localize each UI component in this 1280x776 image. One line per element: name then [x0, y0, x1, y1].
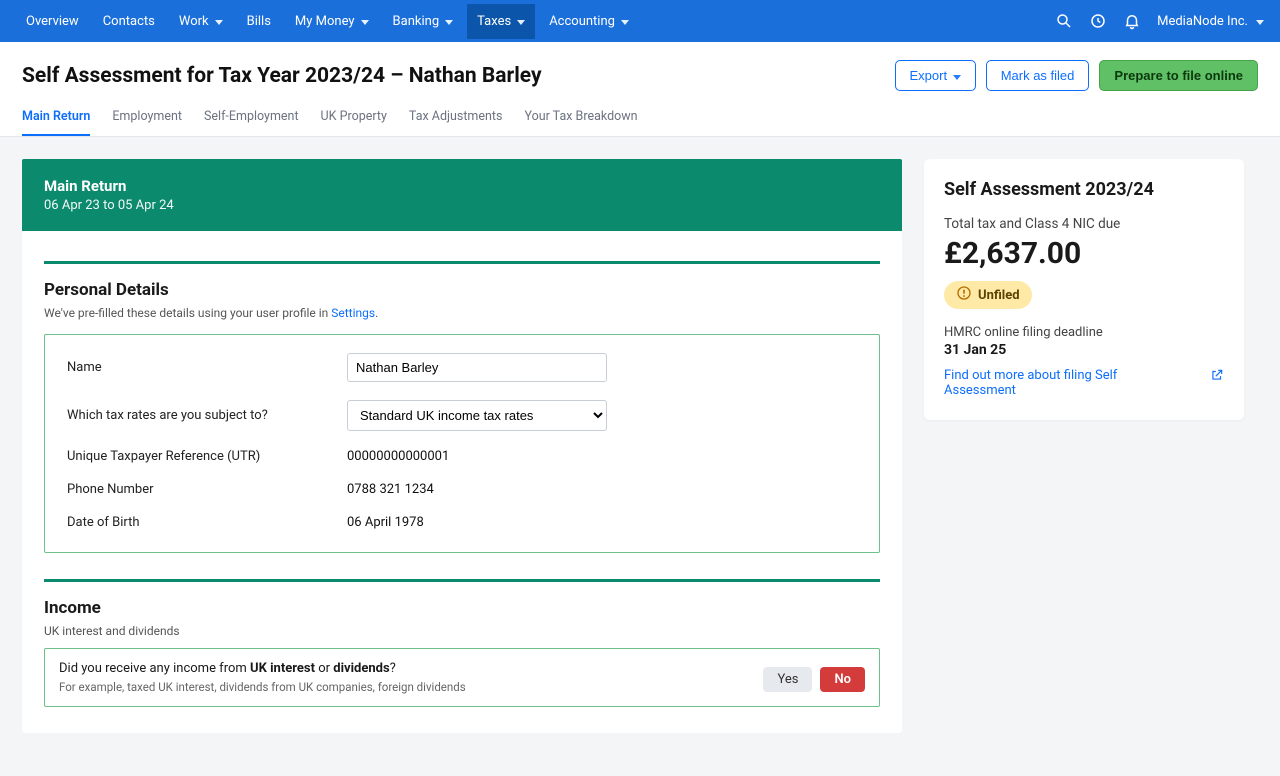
export-button[interactable]: Export: [895, 60, 976, 91]
nav-taxes[interactable]: Taxes: [467, 4, 535, 39]
phone-label: Phone Number: [67, 482, 347, 497]
prepare-to-file-button[interactable]: Prepare to file online: [1099, 60, 1258, 91]
page-title: Self Assessment for Tax Year 2023/24 – N…: [22, 64, 542, 88]
income-question: Did you receive any income from UK inter…: [59, 661, 749, 676]
tab-tax-adjustments[interactable]: Tax Adjustments: [409, 99, 503, 136]
bell-icon[interactable]: [1123, 12, 1141, 30]
nav-contacts[interactable]: Contacts: [93, 4, 165, 39]
nav-bills[interactable]: Bills: [237, 4, 281, 39]
tax-rates-label: Which tax rates are you subject to?: [67, 408, 347, 423]
banner-title: Main Return: [44, 177, 880, 195]
tax-rates-select[interactable]: Standard UK income tax rates: [347, 400, 607, 431]
income-question-hint: For example, taxed UK interest, dividend…: [59, 680, 749, 694]
name-input[interactable]: [347, 353, 607, 382]
page-header: Self Assessment for Tax Year 2023/24 – N…: [0, 42, 1280, 99]
mark-as-filed-button[interactable]: Mark as filed: [986, 60, 1090, 91]
nav-overview[interactable]: Overview: [16, 4, 89, 39]
utr-label: Unique Taxpayer Reference (UTR): [67, 449, 347, 464]
company-selector[interactable]: MediaNode Inc.: [1157, 14, 1264, 29]
dob-label: Date of Birth: [67, 515, 347, 530]
summary-amount: £2,637.00: [944, 236, 1224, 271]
banner-period: 06 Apr 23 to 05 Apr 24: [44, 198, 880, 213]
tab-main-return[interactable]: Main Return: [22, 99, 90, 136]
nav-accounting[interactable]: Accounting: [539, 4, 639, 39]
section-tabs: Main Return Employment Self-Employment U…: [0, 99, 1280, 137]
tab-self-employment[interactable]: Self-Employment: [204, 99, 299, 136]
summary-due-label: Total tax and Class 4 NIC due: [944, 216, 1224, 232]
summary-title: Self Assessment 2023/24: [944, 179, 1224, 200]
warning-icon: [956, 285, 972, 305]
nav-my-money[interactable]: My Money: [285, 4, 379, 39]
name-label: Name: [67, 360, 347, 375]
period-banner: Main Return 06 Apr 23 to 05 Apr 24: [22, 159, 902, 231]
income-yes-button[interactable]: Yes: [763, 667, 812, 692]
clock-icon[interactable]: [1089, 12, 1107, 30]
learn-more-link[interactable]: Find out more about filing Self Assessme…: [944, 368, 1224, 398]
status-badge: Unfiled: [944, 281, 1032, 309]
summary-card: Self Assessment 2023/24 Total tax and Cl…: [924, 159, 1244, 420]
external-link-icon: [1210, 368, 1224, 386]
personal-details-heading: Personal Details: [44, 280, 880, 300]
income-heading: Income: [44, 598, 880, 618]
phone-value: 0788 321 1234: [347, 482, 857, 497]
search-icon[interactable]: [1055, 12, 1073, 30]
tab-uk-property[interactable]: UK Property: [321, 99, 387, 136]
utr-value: 00000000000001: [347, 449, 857, 464]
top-nav: Overview Contacts Work Bills My Money Ba…: [0, 0, 1280, 42]
personal-details-subtext: We've pre-filled these details using you…: [44, 306, 880, 320]
settings-link[interactable]: Settings: [331, 306, 375, 320]
tab-tax-breakdown[interactable]: Your Tax Breakdown: [524, 99, 637, 136]
nav-banking[interactable]: Banking: [383, 4, 464, 39]
tab-employment[interactable]: Employment: [112, 99, 182, 136]
dob-value: 06 April 1978: [347, 515, 857, 530]
income-subheading: UK interest and dividends: [44, 624, 880, 638]
nav-work[interactable]: Work: [169, 4, 233, 39]
income-question-box: Did you receive any income from UK inter…: [44, 648, 880, 707]
income-no-button[interactable]: No: [820, 667, 865, 692]
deadline-date: 31 Jan 25: [944, 342, 1224, 358]
deadline-label: HMRC online filing deadline: [944, 325, 1224, 340]
personal-details-form: Name Which tax rates are you subject to?…: [44, 334, 880, 553]
